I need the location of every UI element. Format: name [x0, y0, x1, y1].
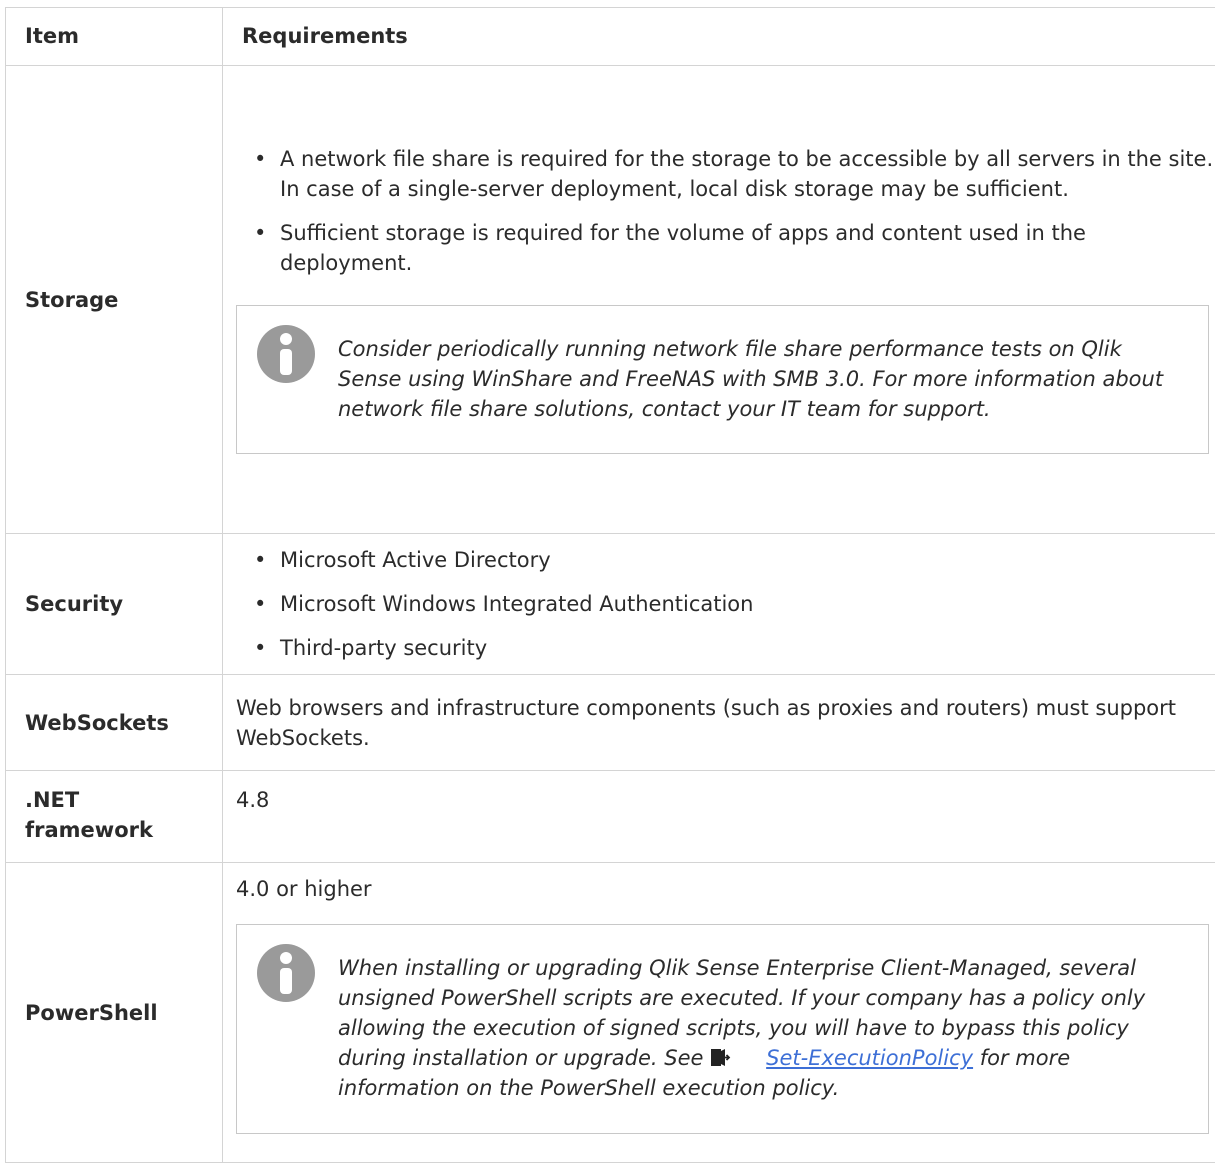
table-row-security: Security • Microsoft Active Directory • … [6, 534, 1215, 675]
requirements-security: • Microsoft Active Directory • Microsoft… [223, 534, 1215, 675]
storage-bullet-list: • A network file share is required for t… [236, 144, 1215, 278]
note-box-powershell: When installing or upgrading Qlik Sense … [236, 924, 1209, 1134]
item-storage: Storage [6, 66, 223, 534]
table-row-powershell: PowerShell 4.0 or higher When installing… [6, 863, 1215, 1163]
table-row-dotnet: .NET framework 4.8 [6, 771, 1215, 863]
item-dotnet: .NET framework [6, 771, 223, 863]
bullet-text: Sufficient storage is required for the v… [280, 221, 1086, 275]
header-item: Item [6, 8, 223, 66]
item-powershell: PowerShell [6, 863, 223, 1163]
list-item: • Third-party security [280, 633, 1215, 663]
bullet-icon: • [254, 545, 266, 575]
note-text-powershell: When installing or upgrading Qlik Sense … [237, 953, 1208, 1103]
note-box-storage: Consider periodically running network fi… [236, 305, 1209, 454]
info-icon [257, 325, 315, 383]
powershell-version: 4.0 or higher [236, 874, 1215, 904]
bullet-text: A network file share is required for the… [280, 147, 1213, 201]
list-item: • Sufficient storage is required for the… [280, 218, 1215, 278]
bullet-text: Microsoft Active Directory [280, 548, 551, 572]
info-icon [257, 944, 315, 1002]
bullet-icon: • [254, 589, 266, 619]
item-websockets: WebSockets [6, 675, 223, 771]
header-requirements: Requirements [223, 8, 1215, 66]
table-row-storage: Storage • A network file share is requir… [6, 66, 1215, 534]
note-text-storage: Consider periodically running network fi… [237, 334, 1208, 424]
security-bullet-list: • Microsoft Active Directory • Microsoft… [236, 545, 1215, 663]
external-link-icon [710, 1048, 731, 1067]
bullet-icon: • [254, 144, 266, 174]
bullet-text: Third-party security [280, 636, 487, 660]
requirements-websockets: Web browsers and infrastructure componen… [223, 675, 1215, 771]
bullet-icon: • [254, 218, 266, 248]
list-item: • Microsoft Active Directory [280, 545, 1215, 575]
requirements-table: Item Requirements Storage • A network fi… [5, 7, 1215, 1163]
requirements-powershell: 4.0 or higher When installing or upgradi… [223, 863, 1215, 1163]
bullet-text: Microsoft Windows Integrated Authenticat… [280, 592, 753, 616]
list-item: • A network file share is required for t… [280, 144, 1215, 204]
item-security: Security [6, 534, 223, 675]
item-dotnet-label: .NET framework [25, 785, 145, 845]
requirements-dotnet: 4.8 [223, 771, 1215, 863]
table-row-websockets: WebSockets Web browsers and infrastructu… [6, 675, 1215, 771]
set-executionpolicy-link[interactable]: Set-ExecutionPolicy [766, 1046, 973, 1070]
table-header-row: Item Requirements [6, 8, 1215, 66]
bullet-icon: • [254, 633, 266, 663]
list-item: • Microsoft Windows Integrated Authentic… [280, 589, 1215, 619]
requirements-storage: • A network file share is required for t… [223, 66, 1215, 534]
